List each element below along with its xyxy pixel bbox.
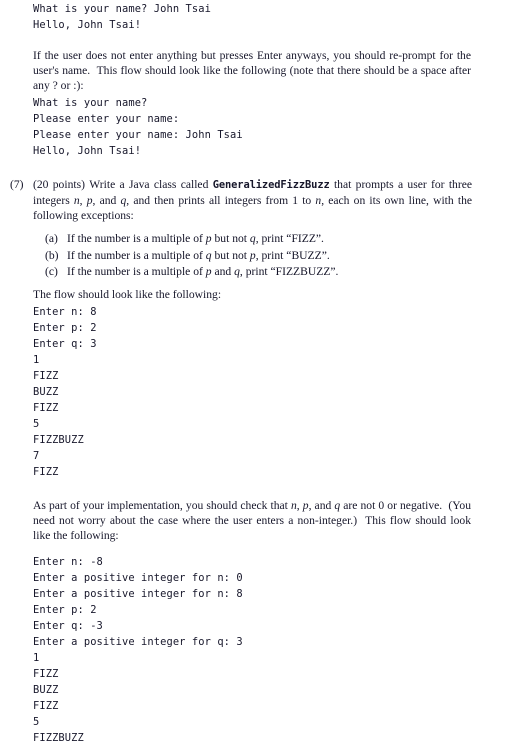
code-line: Please enter your name:: [33, 113, 180, 125]
code-line: 1: [33, 652, 40, 664]
sub-item-text: If the number is a multiple of p but not…: [67, 232, 324, 246]
code-line: BUZZ: [33, 385, 59, 398]
problem-number: (7): [10, 178, 24, 191]
statement-lead-in: Write a Java class called: [89, 178, 213, 191]
sub-item-text: If the number is a multiple of q but not…: [67, 248, 330, 262]
class-name: GeneralizedFizzBuzz: [212, 179, 330, 191]
code-line: 1: [33, 353, 40, 366]
code-line: FIZZBUZZ: [33, 433, 84, 446]
problem-points: (20 points): [33, 178, 85, 191]
document-page: What is your name? John Tsai Hello, John…: [0, 0, 505, 756]
problem-statement: (20 points) Write a Java class called Ge…: [33, 177, 472, 223]
intro-sample-output-block: What is your name? Please enter your nam…: [33, 95, 473, 159]
sub-item-marker: (b): [45, 248, 59, 262]
code-line: Please enter your name: John Tsai: [33, 129, 243, 141]
problem-statement-body: (20 points) Write a Java class called Ge…: [33, 177, 472, 480]
code-line: FIZZ: [33, 668, 59, 680]
code-line: BUZZ: [33, 684, 59, 696]
validation-sample-output-block: Enter n: -8 Enter a positive integer for…: [33, 554, 473, 746]
sub-list-item: (c) If the number is a multiple of p and…: [45, 264, 472, 280]
problem-7: (7) (20 points) Write a Java class calle…: [10, 177, 472, 480]
code-line: Enter n: 8: [33, 305, 97, 318]
code-line: Hello, John Tsai!: [33, 145, 142, 157]
code-line: 7: [33, 449, 40, 462]
sub-item-marker: (a): [45, 232, 58, 246]
code-line: FIZZ: [33, 700, 59, 712]
code-line: Enter q: -3: [33, 620, 103, 632]
intro-paragraph: If the user does not enter anything but …: [33, 49, 471, 93]
sub-item-text: If the number is a multiple of p and q, …: [67, 265, 339, 279]
code-line: Enter p: 2: [33, 604, 97, 616]
code-line: What is your name? John Tsai: [33, 3, 211, 15]
code-line: Enter n: -8: [33, 556, 103, 568]
code-line: 5: [33, 417, 40, 430]
flow-sample-output-block: Enter n: 8 Enter p: 2 Enter q: 3 1 FIZZ …: [33, 304, 472, 480]
sub-list-item: (a) If the number is a multiple of p but…: [45, 231, 472, 247]
code-line: Enter a positive integer for n: 0: [33, 572, 243, 584]
flow-lead-in: The flow should look like the following:: [33, 287, 222, 301]
code-line: Enter a positive integer for n: 8: [33, 588, 243, 600]
sub-item-marker: (c): [45, 265, 58, 279]
code-line: 5: [33, 716, 40, 728]
code-line: FIZZ: [33, 369, 59, 382]
validation-paragraph: As part of your implementation, you shou…: [33, 499, 472, 543]
top-sample-output-block: What is your name? John Tsai Hello, John…: [33, 1, 473, 33]
code-line: FIZZ: [33, 401, 59, 414]
problem-sub-list: (a) If the number is a multiple of p but…: [33, 231, 472, 280]
code-line: Enter a positive integer for q: 3: [33, 636, 243, 648]
code-line: What is your name?: [33, 97, 148, 109]
problem-statement-row: (7) (20 points) Write a Java class calle…: [10, 177, 472, 480]
code-line: Enter q: 3: [33, 337, 97, 350]
code-line: Enter p: 2: [33, 321, 97, 334]
code-line: FIZZ: [33, 465, 59, 478]
sub-list-item: (b) If the number is a multiple of q but…: [45, 248, 472, 264]
code-line: Hello, John Tsai!: [33, 19, 142, 31]
code-line: FIZZBUZZ: [33, 732, 84, 744]
